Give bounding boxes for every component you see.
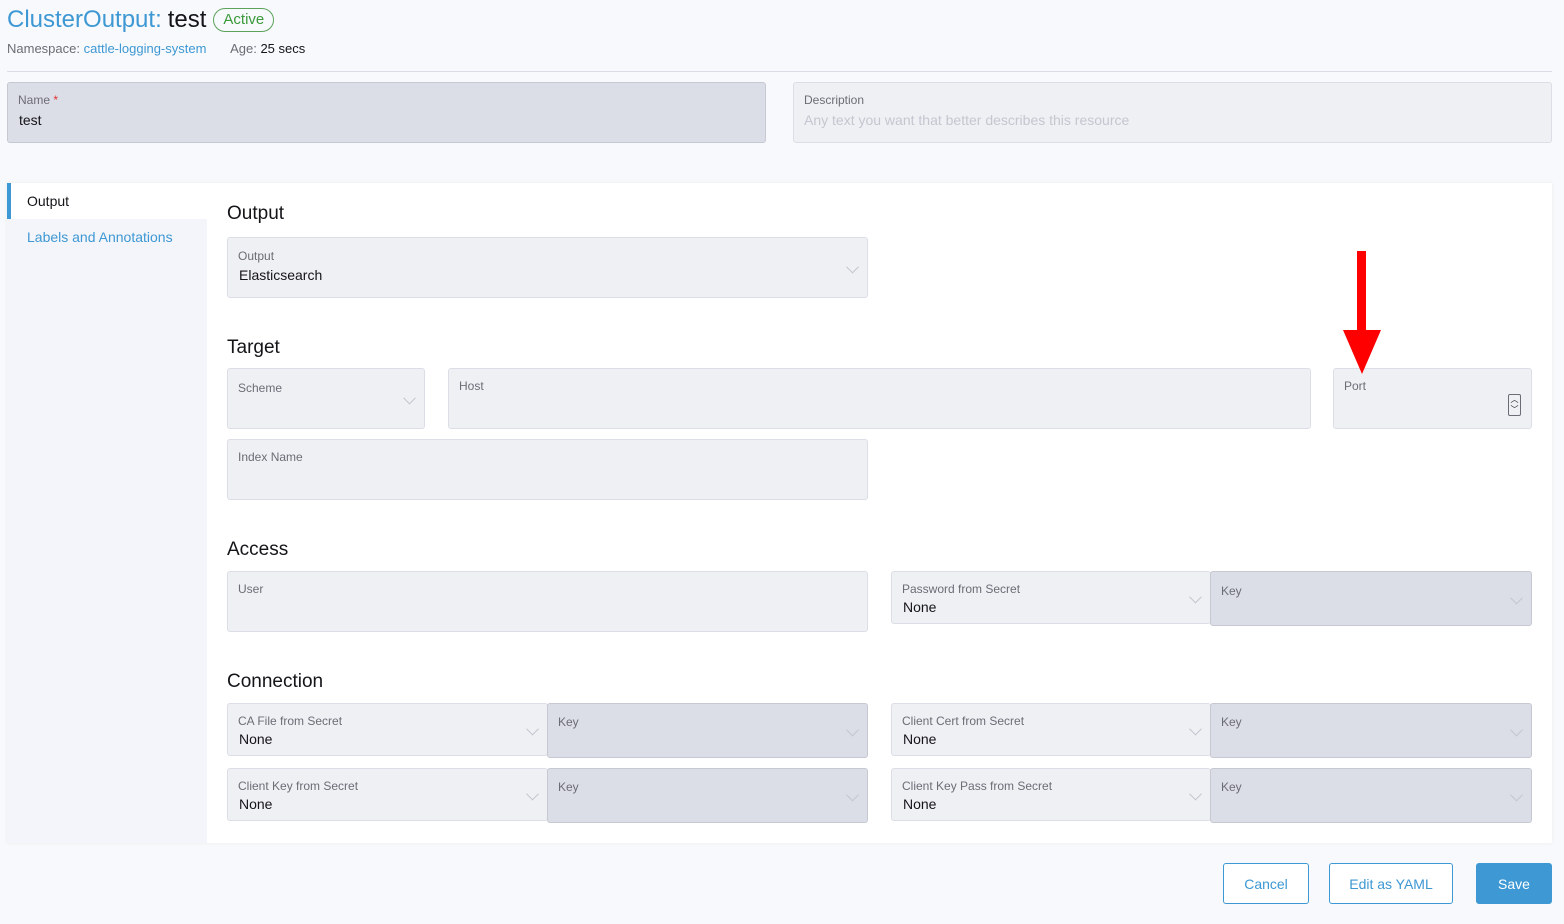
output-section-title: Output bbox=[227, 203, 285, 224]
client-key-pass-value: None bbox=[903, 796, 937, 812]
chevron-down-icon bbox=[526, 722, 539, 735]
name-input[interactable]: Name * test bbox=[7, 82, 766, 143]
client-key-key-select[interactable]: Key bbox=[547, 768, 868, 823]
client-key-pass-secret-select[interactable]: Client Key Pass from Secret None bbox=[891, 768, 1211, 821]
scheme-label: Scheme bbox=[238, 381, 283, 395]
host-label: Host bbox=[459, 379, 484, 393]
ca-file-value: None bbox=[239, 731, 273, 747]
client-key-pass-key-label: Key bbox=[1221, 780, 1242, 794]
description-label: Description bbox=[804, 93, 865, 107]
client-cert-label: Client Cert from Secret bbox=[902, 714, 1025, 728]
resource-kind-link[interactable]: ClusterOutput: bbox=[7, 6, 162, 34]
description-placeholder: Any text you want that better describes … bbox=[804, 112, 1130, 128]
client-key-pass-label: Client Key Pass from Secret bbox=[902, 779, 1053, 793]
status-badge: Active bbox=[213, 8, 275, 32]
access-section-title: Access bbox=[227, 539, 289, 560]
port-label: Port bbox=[1344, 379, 1367, 393]
password-secret-label: Password from Secret bbox=[902, 582, 1021, 596]
age-label: Age: bbox=[230, 41, 257, 56]
chevron-down-icon bbox=[403, 391, 416, 404]
resource-name: test bbox=[167, 6, 207, 33]
description-input[interactable]: Description Any text you want that bette… bbox=[793, 82, 1552, 143]
spinner-down-icon[interactable]: ﹀ bbox=[1509, 405, 1520, 415]
output-value: Elasticsearch bbox=[239, 267, 323, 283]
edit-as-yaml-button[interactable]: Edit as YAML bbox=[1329, 863, 1453, 904]
chevron-down-icon bbox=[1510, 788, 1523, 801]
ca-file-key-label: Key bbox=[558, 715, 579, 729]
spinner-icon[interactable]: ︿ ﹀ bbox=[1508, 394, 1521, 416]
port-input[interactable]: Port ︿ ﹀ bbox=[1333, 368, 1532, 429]
index-name-label: Index Name bbox=[238, 450, 303, 464]
chevron-down-icon bbox=[1510, 723, 1523, 736]
chevron-down-icon bbox=[846, 260, 859, 273]
ca-file-secret-select[interactable]: CA File from Secret None bbox=[227, 703, 548, 756]
password-key-label: Key bbox=[1221, 584, 1242, 598]
name-value: test bbox=[19, 112, 42, 128]
resource-meta: Namespace: cattle-logging-system Age: 25… bbox=[7, 41, 305, 56]
output-label: Output bbox=[238, 249, 275, 263]
output-select[interactable]: Output Elasticsearch bbox=[227, 237, 868, 298]
client-key-secret-select[interactable]: Client Key from Secret None bbox=[227, 768, 548, 821]
chevron-down-icon bbox=[526, 787, 539, 800]
client-cert-secret-select[interactable]: Client Cert from Secret None bbox=[891, 703, 1211, 756]
client-cert-key-select[interactable]: Key bbox=[1210, 703, 1532, 758]
chevron-down-icon bbox=[846, 723, 859, 736]
client-cert-key-label: Key bbox=[1221, 715, 1242, 729]
scheme-select[interactable]: Scheme bbox=[227, 368, 425, 429]
connection-section-title: Connection bbox=[227, 671, 324, 692]
save-button[interactable]: Save bbox=[1476, 863, 1552, 904]
index-name-input[interactable]: Index Name bbox=[227, 439, 868, 500]
password-secret-value: None bbox=[903, 599, 937, 615]
ca-file-key-select[interactable]: Key bbox=[547, 703, 868, 758]
spinner-up-icon[interactable]: ︿ bbox=[1509, 395, 1520, 405]
host-input[interactable]: Host bbox=[448, 368, 1311, 429]
name-label: Name * bbox=[18, 93, 59, 107]
ca-file-label: CA File from Secret bbox=[238, 714, 343, 728]
password-key-select[interactable]: Key bbox=[1210, 571, 1532, 626]
tab-labels-annotations[interactable]: Labels and Annotations bbox=[7, 219, 207, 255]
user-label: User bbox=[238, 582, 264, 596]
namespace-link[interactable]: cattle-logging-system bbox=[84, 41, 207, 56]
header-divider bbox=[7, 71, 1552, 72]
chevron-down-icon bbox=[1510, 591, 1523, 604]
tab-output[interactable]: Output bbox=[7, 183, 207, 219]
namespace-label: Namespace: bbox=[7, 41, 80, 56]
page-title: ClusterOutput: test Active bbox=[7, 6, 305, 34]
chevron-down-icon bbox=[846, 788, 859, 801]
password-secret-select[interactable]: Password from Secret None bbox=[891, 571, 1211, 624]
chevron-down-icon bbox=[1189, 590, 1202, 603]
client-key-pass-key-select[interactable]: Key bbox=[1210, 768, 1532, 823]
client-key-label: Client Key from Secret bbox=[238, 779, 359, 793]
age-value: 25 secs bbox=[260, 41, 306, 56]
target-section-title: Target bbox=[227, 337, 280, 358]
page-header: ClusterOutput: test Active Namespace: ca… bbox=[7, 6, 305, 56]
sidebar-tabs: Output Labels and Annotations bbox=[7, 183, 207, 843]
chevron-down-icon bbox=[1189, 787, 1202, 800]
red-arrow-down-icon bbox=[1343, 251, 1381, 374]
user-input[interactable]: User bbox=[227, 571, 868, 632]
client-key-value: None bbox=[239, 796, 273, 812]
chevron-down-icon bbox=[1189, 722, 1202, 735]
client-cert-value: None bbox=[903, 731, 937, 747]
client-key-key-label: Key bbox=[558, 780, 579, 794]
cancel-button[interactable]: Cancel bbox=[1223, 863, 1309, 904]
